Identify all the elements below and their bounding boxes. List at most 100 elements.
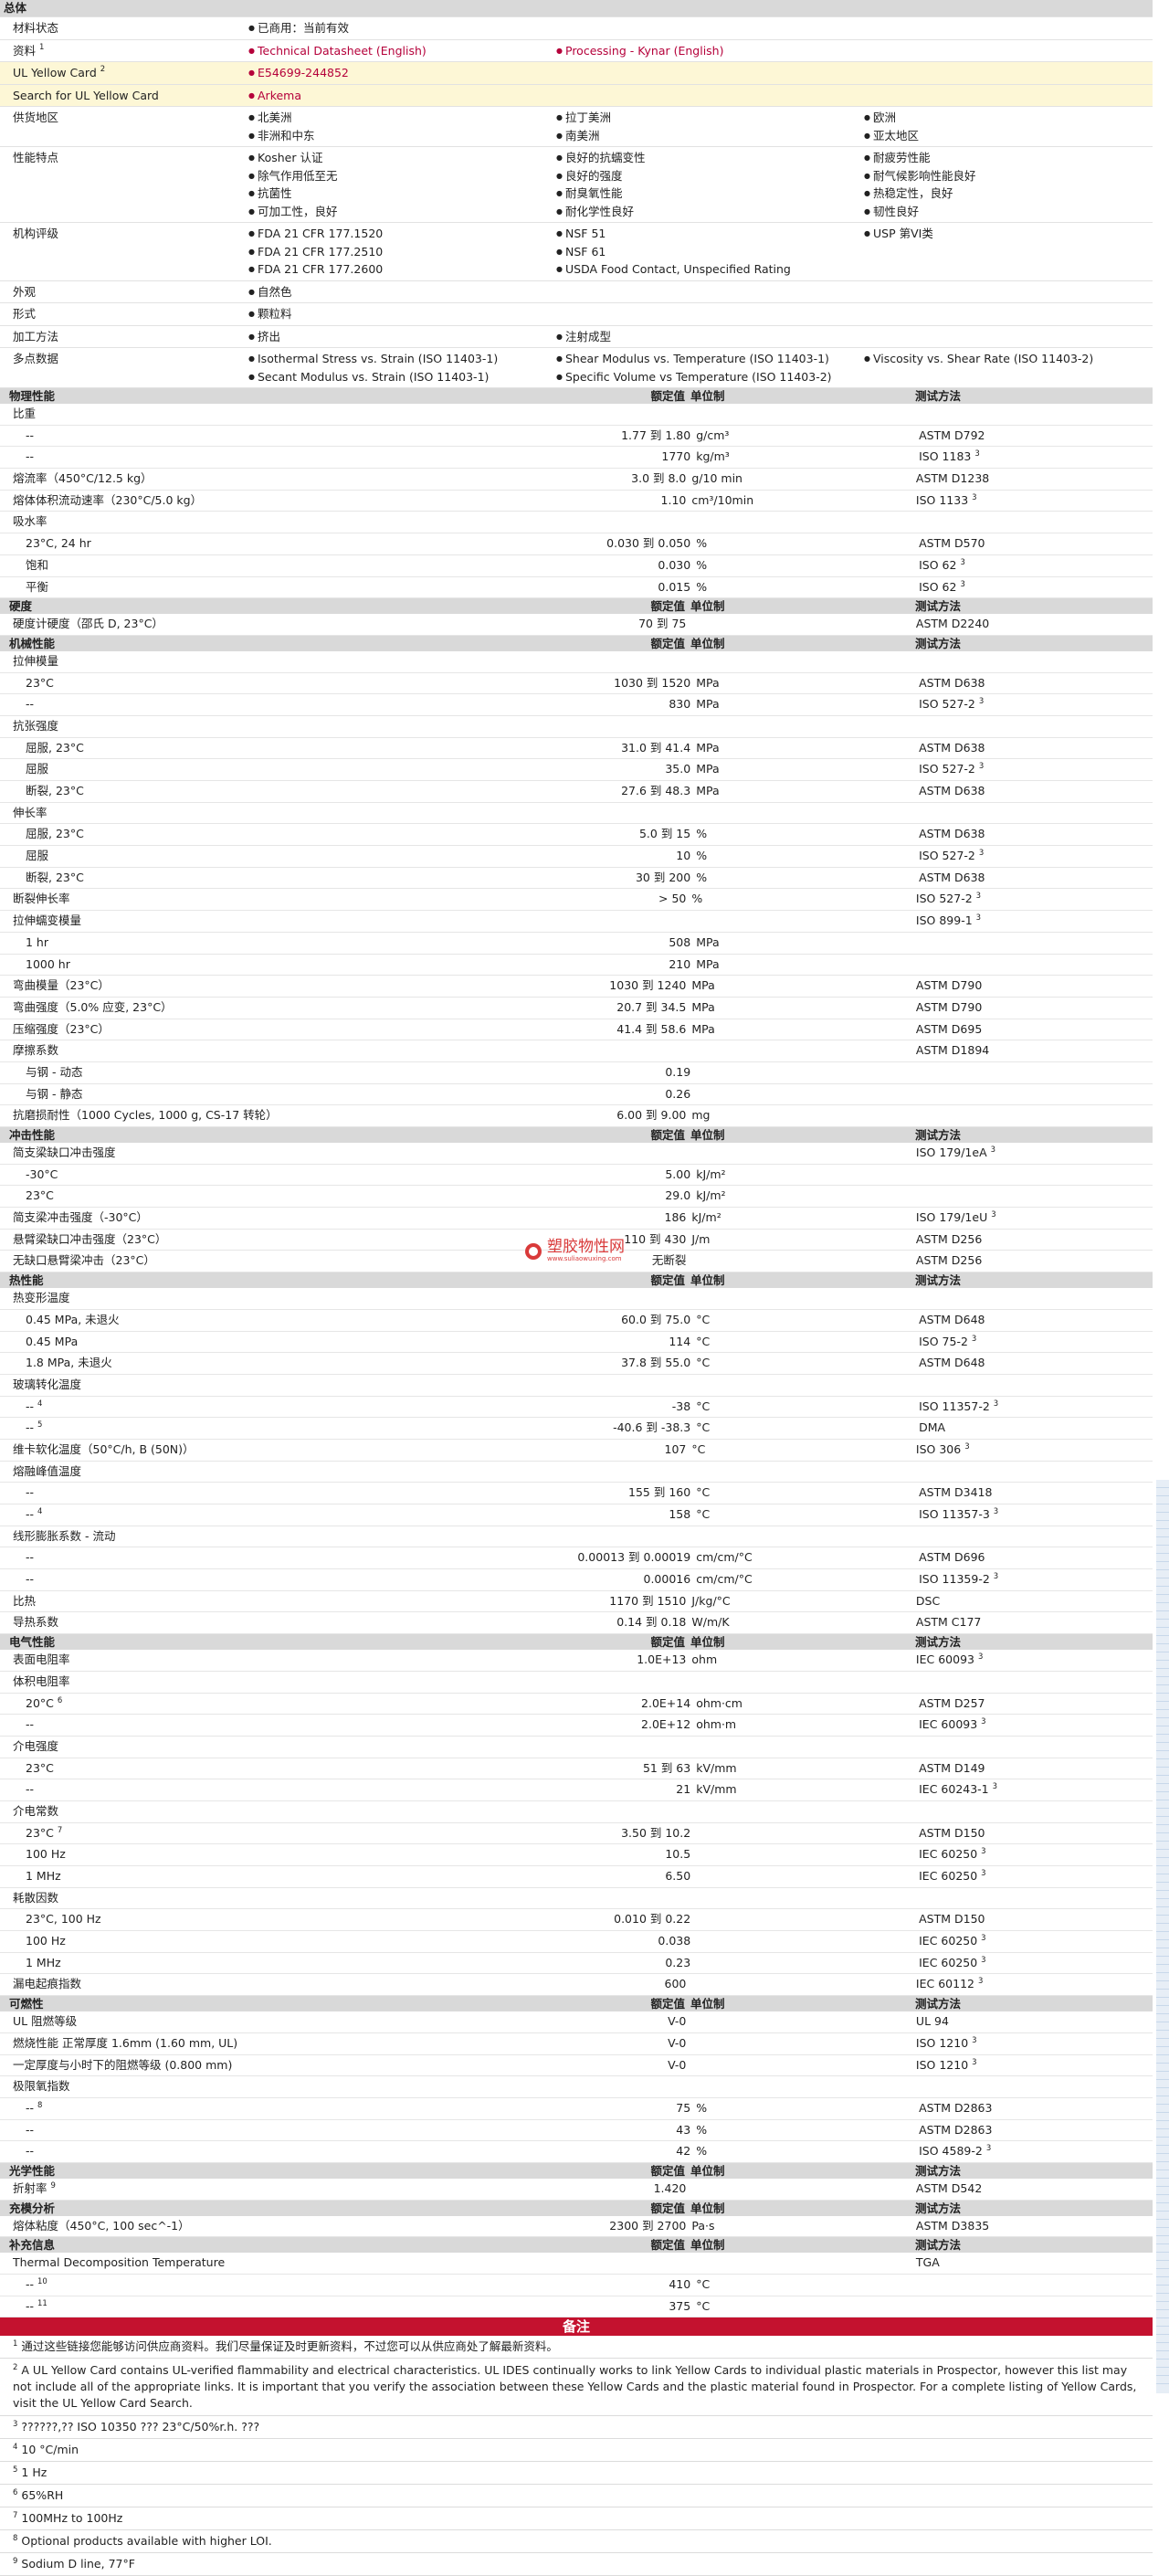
property-row: 压缩强度（23°C） 41.4 到 58.6 MPa ASTM D695: [0, 1019, 1153, 1041]
test-method-text: ASTM D542: [915, 2180, 983, 2195]
note-item: 2 A UL Yellow Card contains UL-verified …: [0, 2359, 1153, 2417]
property-name-text: 简支梁缺口冲击强度: [13, 1145, 116, 1159]
property-row: -- 1770 kg/m³ ISO 1183 3: [0, 447, 1153, 470]
property-unit: °C: [696, 1507, 711, 1521]
property-value: 1030 到 1520: [614, 675, 691, 690]
property-unit: %: [691, 892, 703, 906]
value-link[interactable]: Processing - Kynar (English): [556, 42, 864, 60]
property-name-text: --: [26, 1550, 35, 1565]
value-link[interactable]: E54699-244852: [248, 64, 556, 82]
empty-cell: [864, 368, 1101, 386]
strip-segment: [1156, 2187, 1169, 2195]
property-name: 介电强度: [0, 1737, 522, 1758]
property-name: --: [0, 1779, 529, 1800]
test-method-text: ISO 527-2: [919, 697, 975, 712]
property-row: -- 155 到 160 °C ASTM D3418: [0, 1483, 1153, 1504]
property-row: 100 Hz 10.5 IEC 60250 3: [0, 1844, 1153, 1866]
test-method: ASTM D792: [813, 426, 1153, 447]
strip-segment: [1156, 1718, 1169, 1726]
test-method-text: 测试方法: [915, 1273, 962, 1288]
property-name: -- 11: [0, 2296, 529, 2317]
strip-segment: [1156, 1998, 1169, 2006]
method-footnote: 3: [981, 1955, 986, 1965]
value-item: 韧性良好: [864, 203, 1101, 221]
property-name-text: 简支梁冲击强度（-30°C）: [13, 1210, 148, 1225]
property-name-text: 屈服: [26, 762, 49, 776]
method-footnote: 3: [991, 1210, 996, 1220]
property-value: [522, 512, 686, 533]
test-method: IEC 60250 3: [813, 1953, 1153, 1974]
property-value: 37.8 到 55.0: [621, 1356, 691, 1370]
property-unit: g/10 min: [691, 471, 742, 486]
value-link[interactable]: Arkema: [248, 87, 556, 105]
section-header: 可燃性 额定值 单位制 测试方法: [0, 1996, 1153, 2012]
general-row: 机构评级FDA 21 CFR 177.1520NSF 51USP 第VI类FDA…: [0, 223, 1153, 281]
general-row-label: 性能特点: [0, 147, 248, 222]
property-unit: 单位制: [690, 1273, 725, 1288]
test-method: ASTM D150: [813, 1909, 1153, 1930]
property-unit: MPa: [696, 740, 720, 755]
property-name-text: 平衡: [26, 579, 49, 594]
property-value: -38: [671, 1399, 691, 1413]
value-link[interactable]: Technical Datasheet (English): [248, 42, 556, 60]
property-unit: °C: [696, 2298, 711, 2313]
strip-segment: [1156, 2294, 1169, 2302]
property-unit: %: [696, 849, 708, 863]
property-name: 0.45 MPa: [0, 1332, 529, 1353]
test-method: [810, 1801, 1153, 1822]
test-method-text: ISO 1210: [915, 2057, 969, 2072]
test-method: IEC 60250 3: [813, 1844, 1153, 1865]
property-name-text: 电气性能: [9, 1635, 56, 1650]
notes-title: 备注: [0, 2317, 1153, 2337]
test-method-text: ISO 1133: [915, 492, 969, 507]
test-method-text: ASTM D696: [919, 1550, 985, 1565]
property-name-text: 100 Hz: [26, 1934, 66, 1948]
test-method-text: TGA: [915, 2255, 940, 2270]
test-method-text: ASTM D2863: [919, 2122, 993, 2137]
property-name: 熔体粘度（450°C, 100 sec^-1）: [0, 2216, 522, 2237]
test-method: ISO 4589-2 3: [813, 2141, 1153, 2162]
property-name-text: --: [26, 2144, 35, 2159]
strip-segment: [1156, 1924, 1169, 1932]
property-name: 屈服: [0, 846, 529, 867]
test-method-text: IEC 60250: [919, 1955, 978, 1969]
strip-segment: [1156, 2253, 1169, 2261]
property-name: --: [0, 1715, 529, 1736]
property-name-text: 与钢 - 静态: [26, 1086, 83, 1101]
value-item: 耐化学性良好: [556, 203, 864, 221]
property-row: 23°C 7 3.50 到 10.2 ASTM D150: [0, 1823, 1153, 1845]
property-unit: [686, 614, 810, 635]
property-value: 70 到 75: [638, 617, 687, 631]
strip-segment: [1156, 2302, 1169, 2310]
strip-segment: [1156, 1603, 1169, 1611]
test-method: ASTM D638: [813, 868, 1153, 889]
property-name: 抗张强度: [0, 716, 522, 737]
property-value: 75: [676, 2100, 691, 2115]
strip-segment: [1156, 2220, 1169, 2228]
property-value: 0.14 到 0.18: [616, 1615, 687, 1630]
strip-segment: [1156, 1562, 1169, 1570]
strip-segment: [1156, 2047, 1169, 2055]
value-item: Viscosity vs. Shear Rate (ISO 11403-2): [864, 350, 1101, 368]
property-name: 熔流率（450°C/12.5 kg）: [0, 469, 522, 490]
strip-segment: [1156, 1570, 1169, 1578]
test-method: UL 94: [810, 2011, 1153, 2032]
method-footnote: 3: [975, 913, 982, 924]
property-value: 5.0 到 15: [638, 827, 691, 841]
value-item: Specific Volume vs Temperature (ISO 1140…: [556, 368, 864, 386]
test-method-text: ASTM D2863: [919, 2100, 993, 2115]
property-name-text: 热变形温度: [13, 1291, 70, 1305]
property-name-text: 熔体体积流动速率（230°C/5.0 kg）: [13, 492, 203, 507]
label-text: UL Yellow Card: [13, 66, 97, 79]
side-scroll-strip[interactable]: [1156, 1480, 1169, 2393]
test-method: ISO 527-2 3: [813, 694, 1153, 715]
property-unit: [690, 1084, 813, 1105]
test-method: ASTM D2863: [813, 2120, 1153, 2141]
property-name-text: 介电强度: [13, 1738, 59, 1753]
property-unit: kV/mm: [696, 1782, 737, 1797]
property-name-text: 物理性能: [9, 389, 56, 403]
property-row: 屈服, 23°C 31.0 到 41.4 MPa ASTM D638: [0, 738, 1153, 760]
property-row: UL 阻燃等级 V-0 UL 94: [0, 2011, 1153, 2033]
property-name: 玻璃转化温度: [0, 1375, 522, 1396]
property-row: 简支梁冲击强度（-30°C） 186 kJ/m² ISO 179/1eU 3: [0, 1208, 1153, 1230]
